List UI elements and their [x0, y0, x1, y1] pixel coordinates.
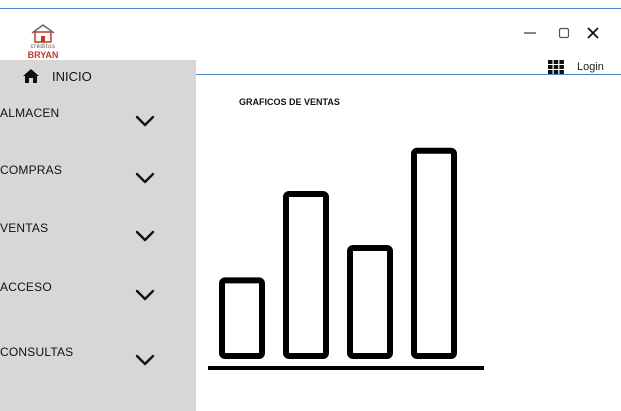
chart-bar-4	[411, 147, 457, 359]
title-accent-line	[0, 8, 621, 9]
chart-bar-3	[347, 245, 393, 359]
minimize-button[interactable]	[519, 22, 541, 44]
logo-brand: BRYAN	[27, 50, 59, 60]
chevron-down-icon[interactable]	[134, 114, 156, 128]
header-divider	[196, 74, 621, 75]
chart-title: GRAFICOS DE VENTAS	[239, 97, 340, 107]
maximize-icon	[558, 27, 570, 39]
chart-bar-1	[219, 277, 265, 359]
sidebar-item-label: CONSULTAS	[0, 345, 74, 359]
chevron-down-icon[interactable]	[134, 229, 156, 243]
sales-bar-chart	[208, 147, 484, 370]
close-button[interactable]	[582, 22, 604, 44]
app-logo: créditos BRYAN	[26, 22, 60, 60]
sidebar-item-ventas[interactable]: VENTAS	[0, 221, 196, 261]
login-link[interactable]: Login	[577, 61, 604, 73]
chevron-down-icon[interactable]	[134, 171, 156, 185]
sidebar-item-inicio[interactable]: INICIO	[22, 66, 92, 86]
chart-bar-2	[283, 191, 329, 359]
title-bar: créditos BRYAN	[0, 0, 621, 60]
sidebar-item-label: ACCESO	[0, 280, 52, 294]
sidebar-item-label: COMPRAS	[0, 163, 63, 177]
maximize-button[interactable]	[553, 22, 575, 44]
house-logo-icon	[31, 24, 55, 43]
sidebar-item-label: ALMACEN	[0, 106, 60, 120]
minimize-icon	[524, 32, 536, 34]
home-icon	[23, 69, 39, 83]
app-window: créditos BRYAN INICIO ALMACEN COMPRAS VE…	[0, 0, 621, 411]
sidebar-item-label: INICIO	[52, 68, 92, 84]
close-icon	[587, 27, 599, 39]
chevron-down-icon[interactable]	[134, 353, 156, 367]
sidebar-item-label: VENTAS	[0, 221, 49, 235]
grid-icon[interactable]	[548, 60, 564, 74]
sidebar-item-consultas[interactable]: CONSULTAS	[0, 345, 196, 385]
sidebar-item-compras[interactable]: COMPRAS	[0, 163, 196, 203]
sidebar-item-acceso[interactable]: ACCESO	[0, 280, 196, 320]
sidebar-item-almacen[interactable]: ALMACEN	[0, 106, 196, 146]
chevron-down-icon[interactable]	[134, 288, 156, 302]
